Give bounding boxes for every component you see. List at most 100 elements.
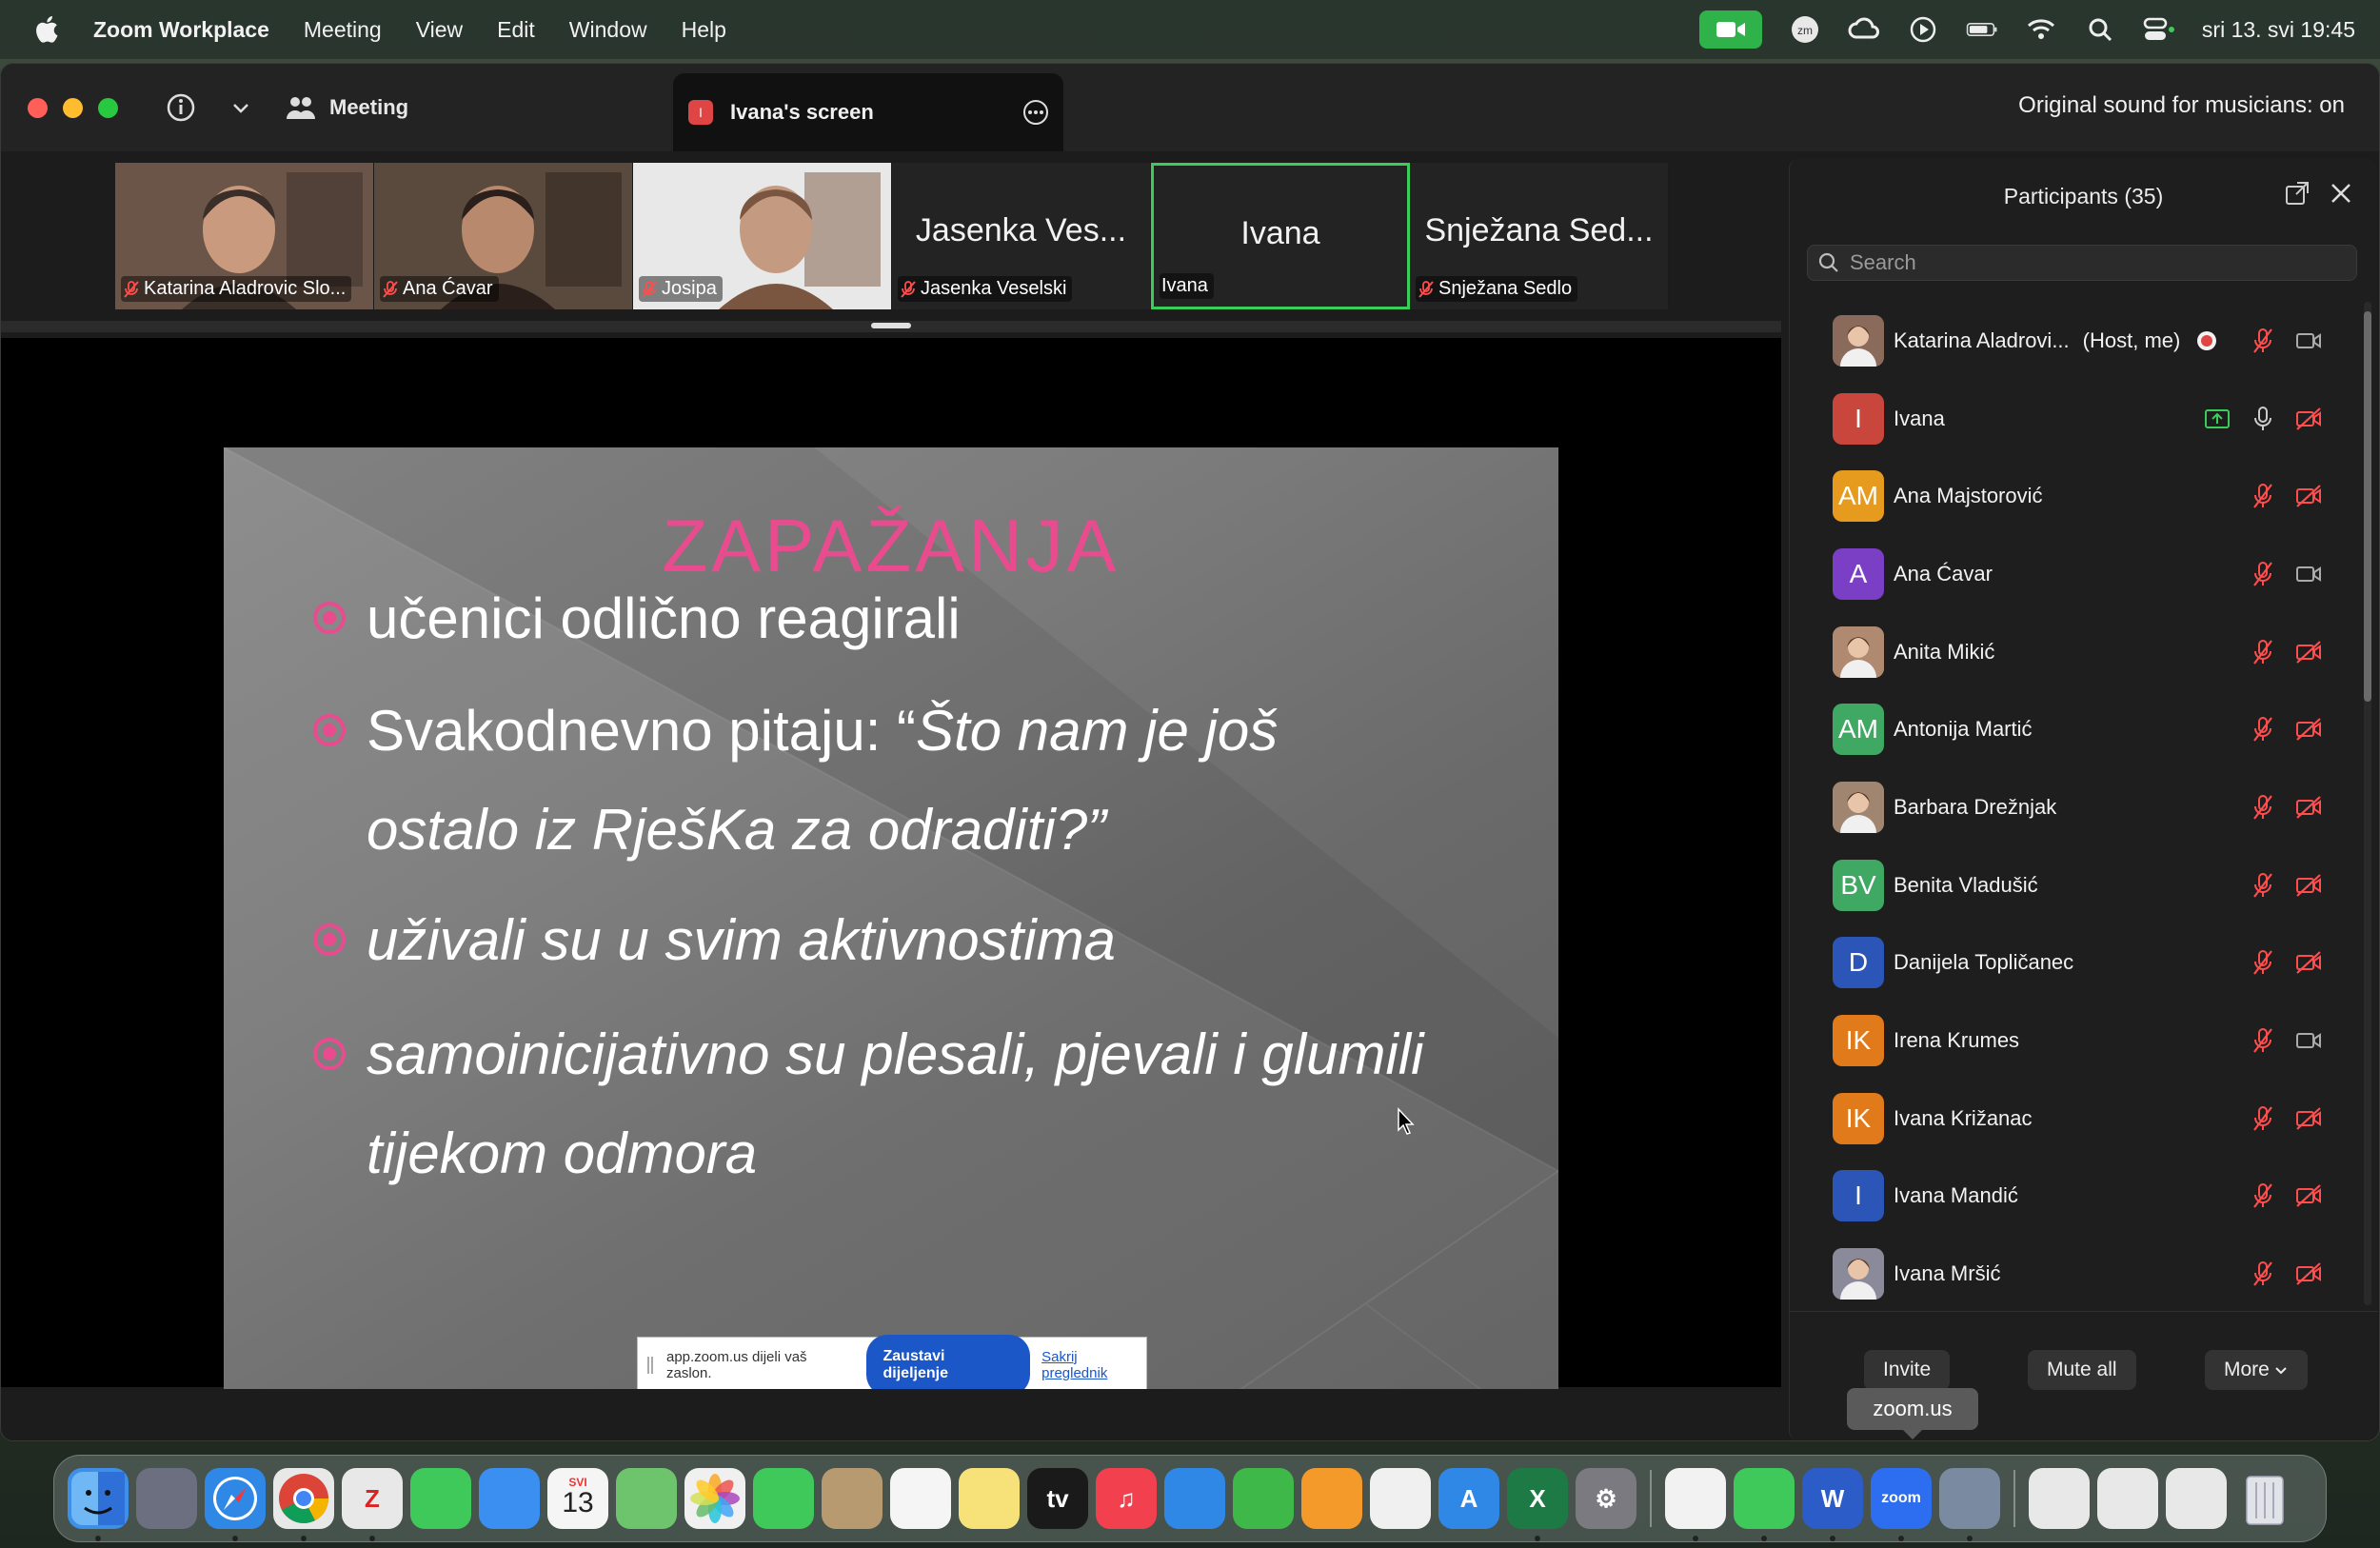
appletv-icon[interactable]: tv [1027,1468,1088,1529]
meeting-info-icon[interactable] [166,92,196,123]
invite-button[interactable]: Invite [1864,1350,1951,1390]
muted-mic-icon[interactable] [2249,793,2277,822]
muted-mic-icon[interactable] [2249,1260,2277,1288]
video-off-icon[interactable] [2294,1260,2323,1288]
reminders-icon[interactable] [890,1468,951,1529]
muted-mic-icon[interactable] [2249,638,2277,666]
keynote-icon[interactable] [1164,1468,1225,1529]
menu-edit[interactable]: Edit [497,17,535,43]
menu-window[interactable]: Window [569,17,647,43]
participant-row[interactable]: IK Ivana Križanac [1790,1080,2361,1158]
play-icon[interactable] [1907,13,1939,46]
video-off-icon[interactable] [2294,638,2323,666]
video-off-icon[interactable] [2294,793,2323,822]
video-tile[interactable]: Katarina Aladrovic Slo... [115,163,374,309]
participant-row[interactable]: AM Ana Majstorović [1790,457,2361,535]
video-on-icon[interactable] [2294,560,2323,588]
close-icon[interactable] [2328,180,2354,207]
muted-mic-icon[interactable] [2249,327,2277,355]
video-off-icon[interactable] [2294,715,2323,744]
more-button[interactable]: More [2205,1350,2308,1390]
drag-handle-icon[interactable] [647,1357,653,1374]
participant-row[interactable]: A Ana Ćavar [1790,535,2361,613]
zoom-icon[interactable]: zoom [1871,1468,1932,1541]
menu-meeting[interactable]: Meeting [304,17,382,43]
finder-icon[interactable] [68,1468,129,1541]
participant-row[interactable]: Barbara Drežnjak [1790,768,2361,846]
creative-cloud-icon[interactable] [1848,13,1880,46]
recent-doc-1-icon[interactable] [2029,1468,2090,1529]
tab-shared-screen[interactable]: I Ivana's screen [673,73,1063,151]
recent-doc-2-icon[interactable] [2097,1468,2158,1529]
chevron-down-icon[interactable] [230,97,251,118]
participant-row[interactable]: Ivana Mršić [1790,1235,2361,1305]
battery-icon[interactable] [1966,13,1998,46]
mail-icon[interactable] [479,1468,540,1529]
pop-out-icon[interactable] [2284,180,2311,207]
photos-icon[interactable] [684,1468,745,1529]
word-icon[interactable]: W [1802,1468,1863,1541]
participant-row[interactable]: Katarina Aladrovi... (Host, me) [1790,302,2361,380]
acrobat-icon[interactable] [1665,1468,1726,1541]
participant-row[interactable]: AM Antonija Martić [1790,690,2361,768]
video-tile[interactable]: Ana Ćavar [374,163,633,309]
video-indicator-icon[interactable] [1698,10,1762,49]
music-icon[interactable]: ♫ [1096,1468,1157,1529]
trash-icon[interactable] [2234,1468,2295,1529]
apple-icon[interactable] [30,12,65,47]
muted-mic-icon[interactable] [2249,1026,2277,1055]
numbers-icon[interactable] [1233,1468,1294,1529]
muted-mic-icon[interactable] [2249,871,2277,900]
facetime-icon[interactable] [753,1468,814,1529]
launchpad-icon[interactable] [136,1468,197,1529]
menu-help[interactable]: Help [682,17,726,43]
video-off-icon[interactable] [2294,405,2323,433]
close-window-button[interactable] [28,97,48,118]
spotlight-search-icon[interactable] [2084,13,2116,46]
calendar-icon[interactable]: SVI 13 [547,1468,608,1529]
appstore-icon[interactable]: A [1438,1468,1499,1529]
more-options-icon[interactable] [1021,98,1050,127]
mute-all-button[interactable]: Mute all [2028,1350,2136,1390]
scrollbar-thumb[interactable] [2364,311,2371,702]
video-off-icon[interactable] [2294,948,2323,977]
video-tile[interactable]: Josipa [633,163,892,309]
mic-icon[interactable] [2249,405,2277,433]
original-sound-status[interactable]: Original sound for musicians: on [2018,92,2345,119]
control-center-icon[interactable] [2143,13,2175,46]
muted-mic-icon[interactable] [2249,1181,2277,1210]
video-tile[interactable]: Ivana Ivana [1151,163,1410,309]
excel-icon[interactable]: X [1507,1468,1568,1541]
maps-icon[interactable] [616,1468,677,1529]
messages-icon[interactable] [410,1468,471,1529]
recent-doc-3-icon[interactable] [2166,1468,2227,1529]
video-off-icon[interactable] [2294,482,2323,510]
systemsettings-icon[interactable]: ⚙ [1576,1468,1636,1529]
video-off-icon[interactable] [2294,871,2323,900]
video-tile[interactable]: Jasenka Ves... Jasenka Veselski [892,163,1151,309]
zotero-icon[interactable]: Z [342,1468,403,1541]
safari-icon[interactable] [205,1468,266,1541]
meeting-view-tab[interactable]: Meeting [286,94,408,121]
strip-resize-handle[interactable] [871,323,911,328]
participant-row[interactable]: BV Benita Vladušić [1790,846,2361,924]
participant-row[interactable]: IK Irena Krumes [1790,1002,2361,1080]
contacts-icon[interactable] [822,1468,883,1529]
video-on-icon[interactable] [2294,327,2323,355]
zoom-window-button[interactable] [98,97,118,118]
participants-scrollbar[interactable] [2364,302,2371,1305]
video-tile[interactable]: Snježana Sed... Snježana Sedlo [1410,163,1669,309]
muted-mic-icon[interactable] [2249,1104,2277,1133]
minimize-window-button[interactable] [63,97,83,118]
participant-row[interactable]: I Ivana [1790,380,2361,458]
zoom-menubar-icon[interactable]: zm [1789,13,1821,46]
video-off-icon[interactable] [2294,1181,2323,1210]
muted-mic-icon[interactable] [2249,948,2277,977]
wifi-icon[interactable] [2025,13,2057,46]
video-off-icon[interactable] [2294,1104,2323,1133]
menu-app-name[interactable]: Zoom Workplace [93,17,269,43]
muted-mic-icon[interactable] [2249,482,2277,510]
muted-mic-icon[interactable] [2249,715,2277,744]
muted-mic-icon[interactable] [2249,560,2277,588]
stop-sharing-button[interactable]: Zaustavi dijeljenje [865,1335,1031,1396]
